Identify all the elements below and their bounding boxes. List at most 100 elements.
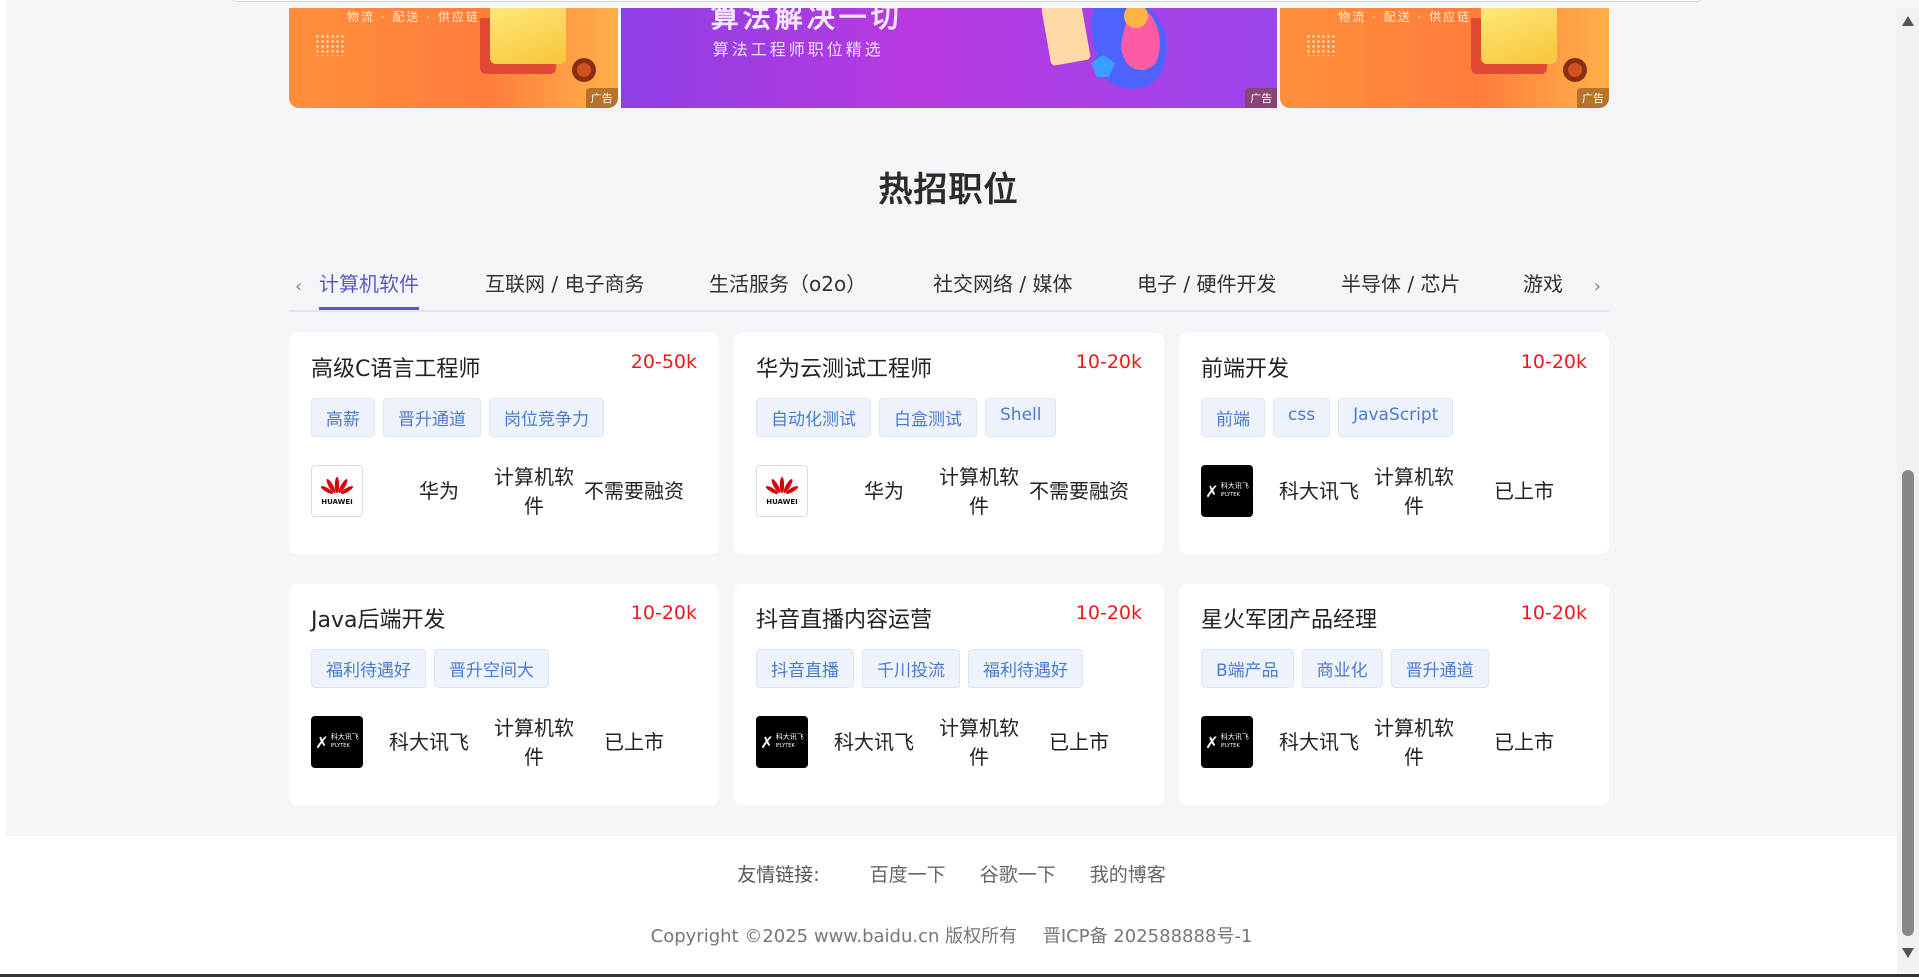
job-tag: 白盒测试 (879, 398, 977, 437)
box-illustration (1481, 8, 1557, 64)
tab-computer-software[interactable]: 计算机软件 (319, 268, 419, 310)
job-card[interactable]: 前端开发 10-20k 前端 css JavaScript ✗ 科大讯飞 IFLY… (1179, 333, 1609, 554)
category-tabs: ‹ 计算机软件 互联网 / 电子商务 生活服务（o2o） 社交网络 / 媒体 电… (289, 262, 1609, 312)
ad-banner-left[interactable]: 物流 · 配送 · 供应链 广告 (289, 8, 618, 108)
job-tag: 晋升通道 (1390, 649, 1489, 688)
job-tag: B端产品 (1201, 649, 1294, 688)
huawei-logo-text: HUAWEI (766, 498, 798, 506)
iflytek-x-icon: ✗ (315, 732, 329, 752)
friend-links: 友情链接: 百度一下 谷歌一下 我的博客 (6, 860, 1897, 887)
folder-illustration (1041, 8, 1167, 89)
company-industry: 计算机软件 (494, 465, 574, 518)
job-title[interactable]: 星火军团产品经理 (1201, 602, 1377, 634)
ad-small-text: 物流 · 配送 · 供应链 (1338, 10, 1472, 24)
job-tag: 晋升空间大 (434, 649, 549, 688)
footer: 友情链接: 百度一下 谷歌一下 我的博客 Copyright ©2025 www… (6, 836, 1897, 974)
chevron-right-icon[interactable]: › (1594, 276, 1601, 297)
dots-decoration (315, 34, 345, 56)
iflytek-logo[interactable]: ✗ 科大讯飞 IFLYTEK (1201, 716, 1253, 768)
scrollbar-thumb[interactable] (1902, 470, 1914, 936)
ad-label: 广告 (1245, 88, 1278, 108)
job-salary: 20-50k (630, 351, 697, 373)
huawei-logo[interactable]: HUAWEI (756, 465, 808, 517)
ad-label: 广告 (1577, 88, 1609, 108)
window-left-edge (0, 0, 6, 977)
ad-banner-center[interactable]: 算法解决一切 算法工程师职位精选 广告 (620, 8, 1278, 108)
job-title[interactable]: 华为云测试工程师 (756, 351, 932, 383)
job-tag: 商业化 (1301, 649, 1383, 688)
company-name[interactable]: 科大讯飞 (1264, 466, 1374, 516)
company-funding-status: 不需要融资 (584, 479, 684, 503)
company-industry: 计算机软件 (939, 716, 1019, 769)
ad-subtitle: 算法工程师职位精选 (712, 40, 884, 59)
scroll-up-arrow-icon[interactable] (1902, 16, 1914, 26)
job-salary: 10-20k (1520, 351, 1587, 373)
job-card[interactable]: 华为云测试工程师 10-20k 自动化测试 白盒测试 Shell HUAWEI … (734, 333, 1164, 554)
job-card[interactable]: 抖音直播内容运营 10-20k 抖音直播 千川投流 福利待遇好 ✗ 科大讯飞 IF… (734, 584, 1164, 805)
company-name[interactable]: 华为 (384, 466, 494, 516)
job-card[interactable]: 星火军团产品经理 10-20k B端产品 商业化 晋升通道 ✗ 科大讯飞 IFLY… (1179, 584, 1609, 805)
iflytek-logo[interactable]: ✗ 科大讯飞 IFLYTEK (756, 716, 808, 768)
job-tags: 福利待遇好 晋升空间大 (311, 649, 549, 688)
copyright-text: Copyright ©2025 www.baidu.cn 版权所有 (650, 926, 1018, 947)
box-illustration (489, 8, 566, 64)
search-bar-edge[interactable] (228, 0, 1706, 2)
job-card[interactable]: Java后端开发 10-20k 福利待遇好 晋升空间大 ✗ 科大讯飞 IFLYTE… (289, 584, 719, 805)
iflytek-logo-text: 科大讯飞 IFLYTEK (775, 733, 804, 749)
scroll-down-arrow-icon[interactable] (1902, 948, 1914, 958)
company-funding-status: 已上市 (1494, 479, 1554, 503)
iflytek-x-icon: ✗ (1205, 732, 1219, 752)
tab-electronics-hardware[interactable]: 电子 / 硬件开发 (1137, 268, 1276, 310)
job-tag: 自动化测试 (756, 398, 871, 437)
tab-social-media[interactable]: 社交网络 / 媒体 (933, 268, 1072, 310)
friend-link-baidu[interactable]: 百度一下 (870, 864, 946, 886)
section-title: 热招职位 (878, 170, 1019, 210)
job-tag: 福利待遇好 (311, 649, 426, 688)
job-tag: 晋升通道 (383, 398, 481, 437)
job-tags: 高薪 晋升通道 岗位竞争力 (311, 398, 604, 437)
tab-internet-ecommerce[interactable]: 互联网 / 电子商务 (485, 268, 644, 310)
job-salary: 10-20k (630, 602, 697, 624)
iflytek-logo[interactable]: ✗ 科大讯飞 IFLYTEK (1201, 465, 1253, 517)
icp-text[interactable]: 晋ICP备 202588888号-1 (1043, 926, 1252, 947)
job-tag: 福利待遇好 (968, 649, 1083, 688)
iflytek-x-icon: ✗ (1205, 481, 1219, 501)
job-salary: 10-20k (1520, 602, 1587, 624)
job-tag: 抖音直播 (756, 649, 854, 688)
company-name[interactable]: 科大讯飞 (819, 717, 929, 767)
job-title[interactable]: Java后端开发 (311, 602, 445, 634)
job-card[interactable]: 高级C语言工程师 20-50k 高薪 晋升通道 岗位竞争力 HUAWEI 华为 … (289, 333, 719, 554)
iflytek-logo-text: 科大讯飞 IFLYTEK (1220, 733, 1249, 749)
tab-games[interactable]: 游戏 (1523, 268, 1563, 310)
friend-link-google[interactable]: 谷歌一下 (980, 864, 1056, 886)
huawei-logo-text: HUAWEI (321, 498, 353, 506)
job-tags: B端产品 商业化 晋升通道 (1201, 649, 1489, 688)
ad-title: 算法解决一切 (710, 8, 903, 34)
company-name[interactable]: 科大讯飞 (374, 717, 484, 767)
chevron-left-icon[interactable]: ‹ (295, 276, 302, 297)
company-funding-status: 已上市 (604, 730, 664, 754)
job-title[interactable]: 前端开发 (1201, 351, 1289, 383)
company-name[interactable]: 科大讯飞 (1264, 717, 1374, 767)
job-tag: 岗位竞争力 (489, 398, 604, 437)
company-industry: 计算机软件 (939, 465, 1019, 518)
job-tag: 千川投流 (862, 649, 960, 688)
huawei-petals-icon (321, 477, 353, 494)
huawei-logo[interactable]: HUAWEI (311, 465, 363, 517)
job-tags: 抖音直播 千川投流 福利待遇好 (756, 649, 1083, 688)
huawei-petals-icon (766, 477, 798, 494)
job-title[interactable]: 抖音直播内容运营 (756, 602, 932, 634)
job-title[interactable]: 高级C语言工程师 (311, 351, 480, 383)
job-salary: 10-20k (1075, 602, 1142, 624)
friend-link-blog[interactable]: 我的博客 (1090, 864, 1166, 886)
company-name[interactable]: 华为 (829, 466, 939, 516)
job-tag: JavaScript (1338, 398, 1454, 437)
iflytek-logo-text: 科大讯飞 IFLYTEK (1220, 482, 1249, 498)
job-salary: 10-20k (1075, 351, 1142, 373)
tab-life-services[interactable]: 生活服务（o2o） (709, 268, 866, 310)
wheel-illustration (1563, 58, 1587, 82)
iflytek-logo[interactable]: ✗ 科大讯飞 IFLYTEK (311, 716, 363, 768)
tab-semiconductor[interactable]: 半导体 / 芯片 (1341, 268, 1460, 310)
ad-banner-right[interactable]: 物流 · 配送 · 供应链 广告 (1280, 8, 1609, 108)
company-industry: 计算机软件 (1374, 465, 1454, 518)
